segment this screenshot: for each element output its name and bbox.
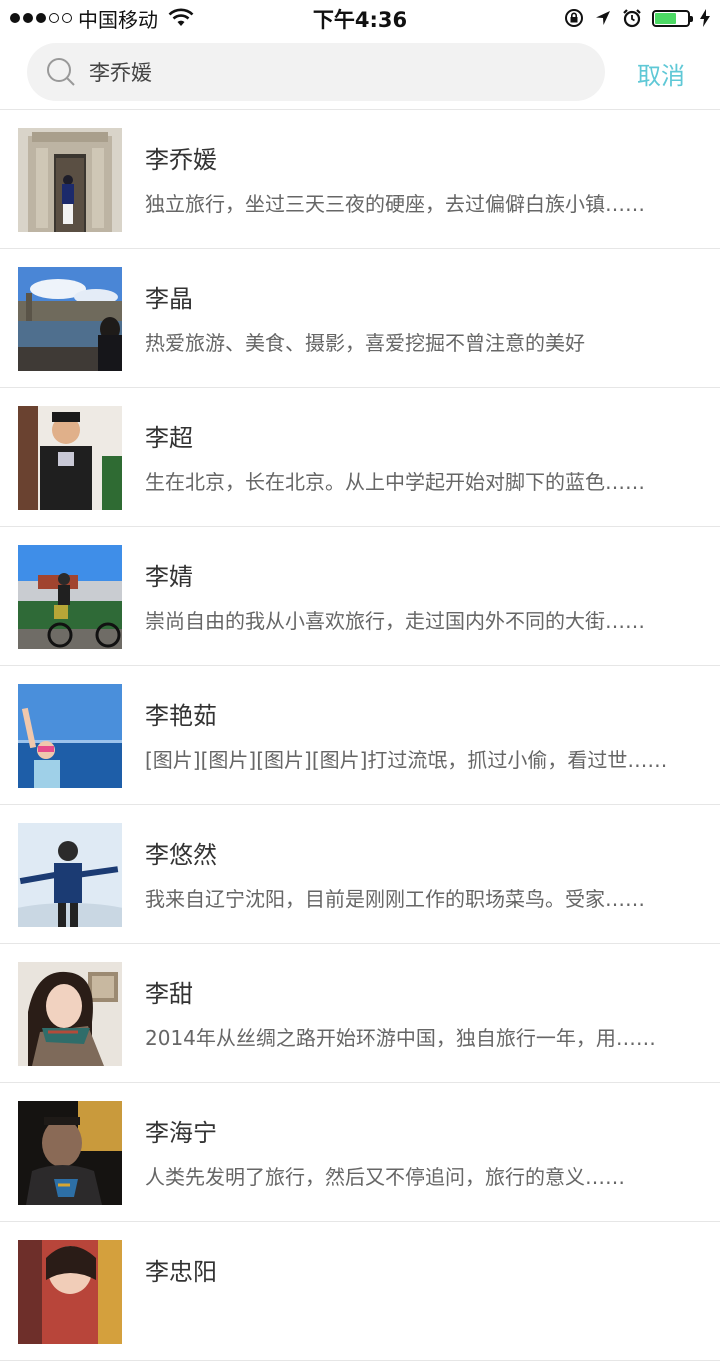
user-name: 李海宁 bbox=[145, 1119, 217, 1147]
list-item[interactable]: 李晶 热爱旅游、美食、摄影，喜爱挖掘不曾注意的美好 bbox=[0, 249, 720, 388]
avatar bbox=[18, 1101, 122, 1205]
charging-icon bbox=[700, 9, 710, 27]
battery-icon bbox=[652, 9, 693, 27]
user-bio: 我来自辽宁沈阳，目前是刚刚工作的职场菜鸟。受家…… bbox=[145, 887, 645, 911]
list-item[interactable]: 李婧 崇尚自由的我从小喜欢旅行，走过国内外不同的大街…… bbox=[0, 527, 720, 666]
user-bio: 崇尚自由的我从小喜欢旅行，走过国内外不同的大街…… bbox=[145, 609, 645, 633]
search-results-list: 李乔媛 独立旅行，坐过三天三夜的硬座，去过偏僻白族小镇…… 李晶 热爱旅游、美食… bbox=[0, 110, 720, 1361]
location-icon bbox=[596, 11, 610, 25]
list-item[interactable]: 李甜 2014年从丝绸之路开始环游中国，独自旅行一年，用…… bbox=[0, 944, 720, 1083]
list-item[interactable]: 李艳茹 [图片][图片][图片][图片]打过流氓，抓过小偷，看过世…… bbox=[0, 666, 720, 805]
avatar bbox=[18, 406, 122, 510]
avatar bbox=[18, 267, 122, 371]
list-item[interactable]: 李忠阳 bbox=[0, 1222, 720, 1361]
alarm-icon bbox=[623, 9, 641, 28]
search-input[interactable] bbox=[87, 59, 571, 85]
user-bio: 热爱旅游、美食、摄影，喜爱挖掘不曾注意的美好 bbox=[145, 331, 585, 355]
user-bio: 人类先发明了旅行，然后又不停追问，旅行的意义…… bbox=[145, 1165, 625, 1189]
status-icons bbox=[564, 6, 710, 30]
cancel-button[interactable]: 取消 bbox=[637, 56, 685, 91]
user-name: 李甜 bbox=[145, 980, 193, 1008]
list-item[interactable]: 李乔媛 独立旅行，坐过三天三夜的硬座，去过偏僻白族小镇…… bbox=[0, 110, 720, 249]
list-item[interactable]: 李超 生在北京，长在北京。从上中学起开始对脚下的蓝色…… bbox=[0, 388, 720, 527]
avatar bbox=[18, 823, 122, 927]
user-name: 李乔媛 bbox=[145, 146, 217, 174]
list-item[interactable]: 李海宁 人类先发明了旅行，然后又不停追问，旅行的意义…… bbox=[0, 1083, 720, 1222]
user-name: 李悠然 bbox=[145, 841, 217, 869]
avatar bbox=[18, 962, 122, 1066]
avatar bbox=[18, 128, 122, 232]
avatar bbox=[18, 545, 122, 649]
search-box[interactable] bbox=[27, 43, 605, 101]
user-bio: 生在北京，长在北京。从上中学起开始对脚下的蓝色…… bbox=[145, 470, 645, 494]
user-bio: 独立旅行，坐过三天三夜的硬座，去过偏僻白族小镇…… bbox=[145, 192, 645, 216]
user-name: 李超 bbox=[145, 424, 193, 452]
user-bio: [图片][图片][图片][图片]打过流氓，抓过小偷，看过世…… bbox=[145, 748, 668, 772]
user-name: 李忠阳 bbox=[145, 1258, 217, 1286]
search-icon bbox=[47, 58, 75, 86]
list-item[interactable]: 李悠然 我来自辽宁沈阳，目前是刚刚工作的职场菜鸟。受家…… bbox=[0, 805, 720, 944]
user-bio: 2014年从丝绸之路开始环游中国，独自旅行一年，用…… bbox=[145, 1026, 656, 1050]
user-name: 李晶 bbox=[145, 285, 193, 313]
user-name: 李艳茹 bbox=[145, 702, 217, 730]
avatar bbox=[18, 684, 122, 788]
user-name: 李婧 bbox=[145, 563, 193, 591]
status-bar: 中国移动 下午4:36 bbox=[0, 0, 720, 36]
rotation-lock-icon bbox=[565, 9, 583, 27]
search-bar: 取消 bbox=[0, 36, 720, 110]
avatar bbox=[18, 1240, 122, 1344]
